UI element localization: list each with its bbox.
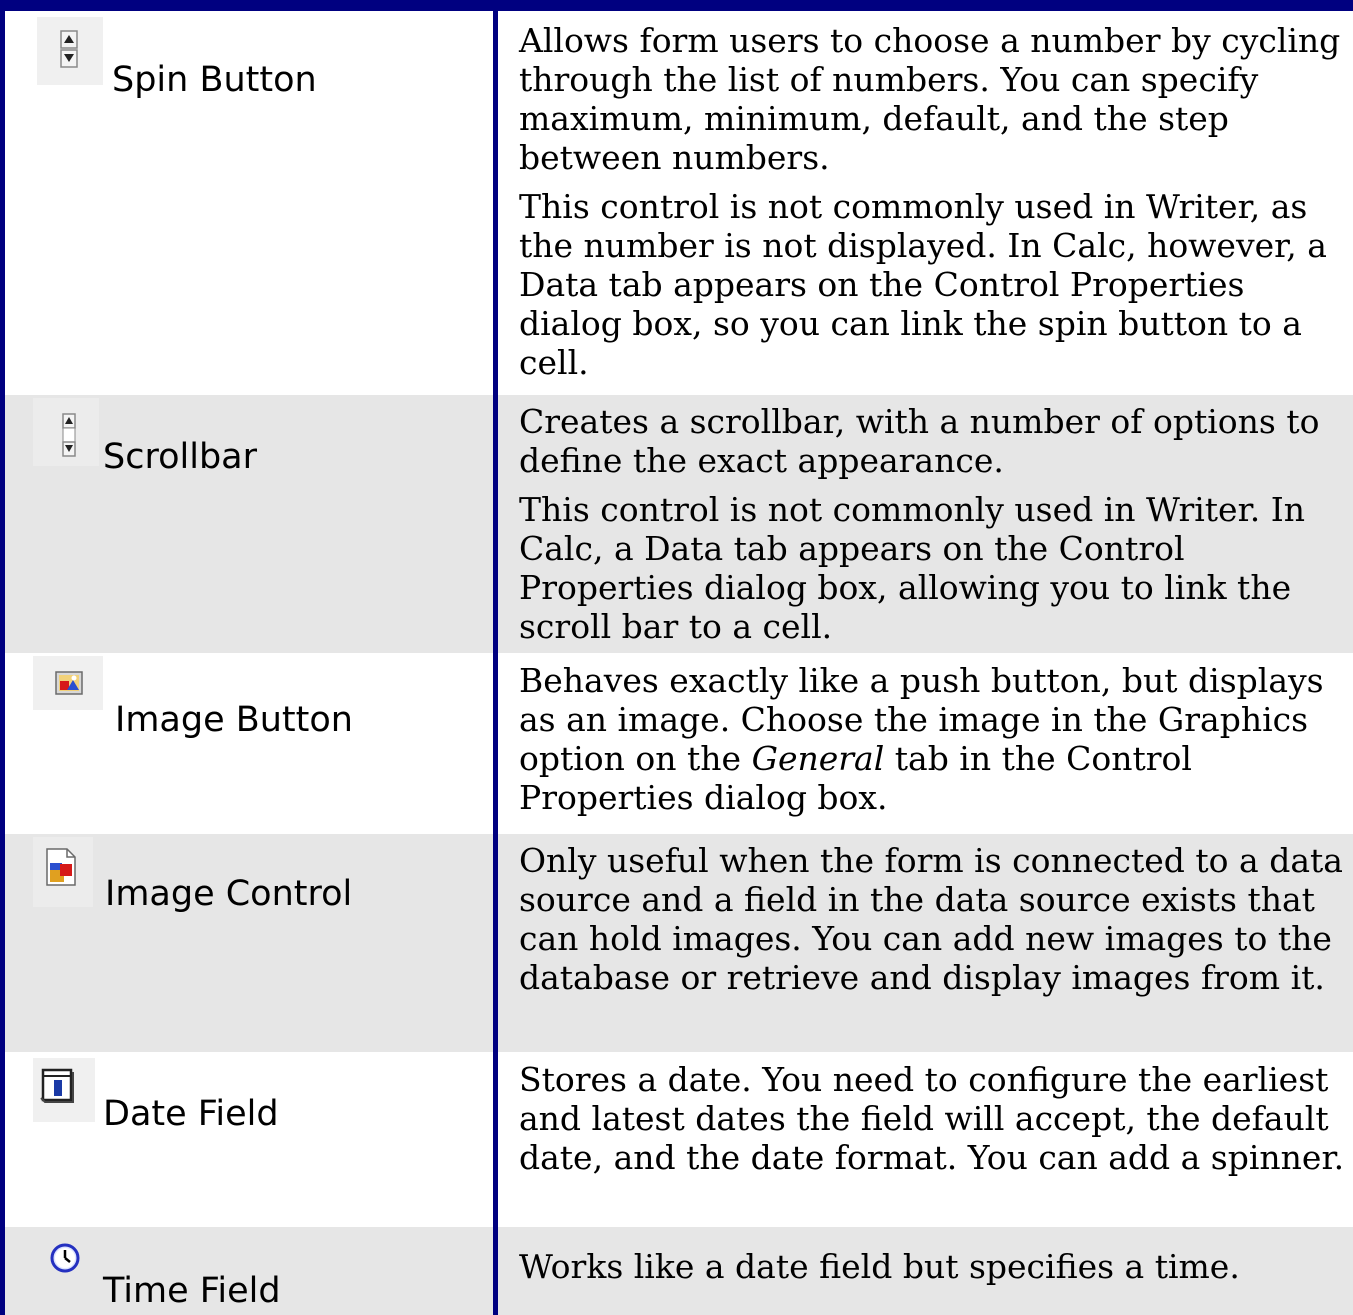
spin-button-icon [37,17,103,85]
controls-table-page: Spin Button Allows form users to choose … [0,0,1353,1315]
description-cell: Creates a scrollbar, with a number of op… [519,402,1349,646]
table-row-spin-button: Spin Button Allows form users to choose … [5,11,1353,395]
control-name-cell: Image Control [5,834,493,1052]
description-paragraph: This control is not commonly used in Wri… [519,490,1305,646]
control-name-cell: Date Field [5,1052,493,1227]
control-name: Date Field [103,1094,279,1134]
description-cell: Works like a date field but specifies a … [519,1247,1349,1286]
description-paragraph: Creates a scrollbar, with a number of op… [519,402,1320,480]
control-name: Image Button [115,700,353,740]
column-divider [493,0,498,1315]
description-paragraph: Only useful when the form is connected t… [519,841,1343,997]
description-italic-text: General [751,739,885,778]
table-row-date-field: Date Field Stores a date. You need to co… [5,1052,1353,1227]
table-row-time-field: Time Field Works like a date field but s… [5,1227,1353,1315]
image-button-icon [33,656,103,710]
control-name-cell: Scrollbar [5,395,493,653]
clock-icon [33,1230,93,1290]
description-cell: Allows form users to choose a number by … [519,21,1349,382]
scrollbar-icon [33,398,99,466]
control-name-cell: Time Field [5,1227,493,1315]
control-name-cell: Spin Button [5,11,493,395]
control-name: Spin Button [112,60,317,100]
description-paragraph: Behaves exactly like a push button, but … [519,661,1349,817]
description-paragraph: This control is not commonly used in Wri… [519,187,1327,382]
description-cell: Only useful when the form is connected t… [519,841,1349,997]
table-row-image-control: Image Control Only useful when the form … [5,834,1353,1052]
table-top-border [0,0,1353,11]
description-paragraph: Works like a date field but specifies a … [519,1247,1240,1286]
image-control-icon [33,837,93,907]
calendar-icon [33,1058,95,1122]
description-cell: Behaves exactly like a push button, but … [519,661,1349,817]
table-row-scrollbar: Scrollbar Creates a scrollbar, with a nu… [5,395,1353,653]
control-name: Image Control [105,874,353,914]
control-name-cell: Image Button [5,653,493,834]
table-row-image-button: Image Button Behaves exactly like a push… [5,653,1353,834]
control-name: Scrollbar [103,437,257,477]
description-cell: Stores a date. You need to configure the… [519,1060,1349,1177]
control-name: Time Field [103,1271,281,1311]
description-paragraph: Stores a date. You need to configure the… [519,1060,1345,1177]
description-paragraph: Allows form users to choose a number by … [519,21,1341,177]
